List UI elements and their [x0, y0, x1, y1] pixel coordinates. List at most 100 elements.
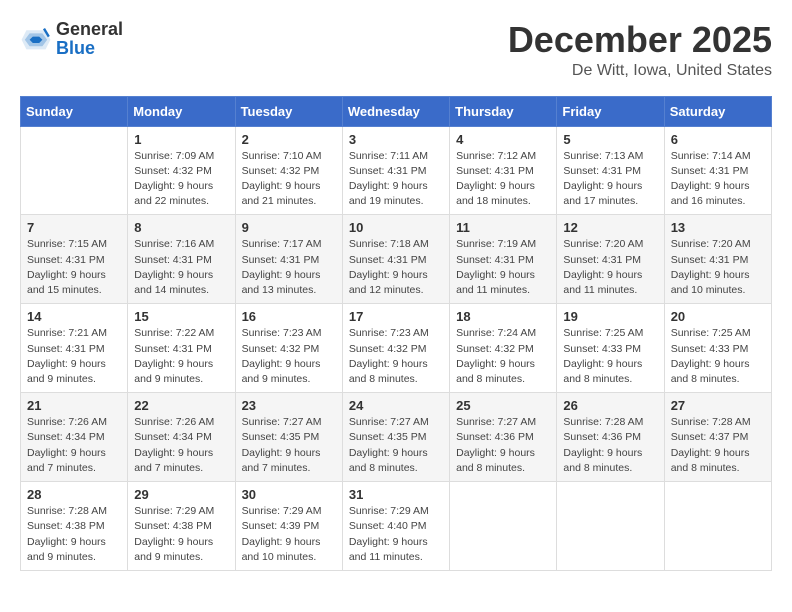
weekday-header-monday: Monday: [128, 96, 235, 126]
calendar-cell: 15 Sunrise: 7:22 AM Sunset: 4:31 PM Dayli…: [128, 304, 235, 393]
calendar-cell: 12 Sunrise: 7:20 AM Sunset: 4:31 PM Dayli…: [557, 215, 664, 304]
weekday-header-saturday: Saturday: [664, 96, 771, 126]
week-row-2: 14 Sunrise: 7:21 AM Sunset: 4:31 PM Dayli…: [21, 304, 772, 393]
day-info: Sunrise: 7:17 AM Sunset: 4:31 PM Dayligh…: [242, 237, 336, 298]
calendar-cell: [21, 126, 128, 215]
day-info: Sunrise: 7:26 AM Sunset: 4:34 PM Dayligh…: [134, 415, 228, 476]
day-number: 30: [242, 487, 336, 502]
day-number: 18: [456, 309, 550, 324]
calendar-cell: [450, 482, 557, 571]
weekday-header-tuesday: Tuesday: [235, 96, 342, 126]
day-info: Sunrise: 7:13 AM Sunset: 4:31 PM Dayligh…: [563, 149, 657, 210]
day-info: Sunrise: 7:18 AM Sunset: 4:31 PM Dayligh…: [349, 237, 443, 298]
day-number: 7: [27, 220, 121, 235]
logo-text: General Blue: [56, 20, 123, 58]
day-info: Sunrise: 7:20 AM Sunset: 4:31 PM Dayligh…: [671, 237, 765, 298]
week-row-3: 21 Sunrise: 7:26 AM Sunset: 4:34 PM Dayli…: [21, 393, 772, 482]
calendar-cell: 14 Sunrise: 7:21 AM Sunset: 4:31 PM Dayli…: [21, 304, 128, 393]
day-number: 26: [563, 398, 657, 413]
day-number: 23: [242, 398, 336, 413]
day-number: 15: [134, 309, 228, 324]
calendar-cell: 31Sunrise: 7:29 AM Sunset: 4:40 PM Dayli…: [342, 482, 449, 571]
calendar-cell: [664, 482, 771, 571]
day-number: 25: [456, 398, 550, 413]
week-row-4: 28 Sunrise: 7:28 AM Sunset: 4:38 PM Dayli…: [21, 482, 772, 571]
day-number: 6: [671, 132, 765, 147]
logo: General Blue: [20, 20, 123, 58]
day-number: 24: [349, 398, 443, 413]
day-info: Sunrise: 7:25 AM Sunset: 4:33 PM Dayligh…: [671, 326, 765, 387]
calendar-cell: 23Sunrise: 7:27 AM Sunset: 4:35 PM Dayli…: [235, 393, 342, 482]
day-number: 19: [563, 309, 657, 324]
calendar-cell: 8 Sunrise: 7:16 AM Sunset: 4:31 PM Daylig…: [128, 215, 235, 304]
day-info: Sunrise: 7:19 AM Sunset: 4:31 PM Dayligh…: [456, 237, 550, 298]
calendar-cell: 21Sunrise: 7:26 AM Sunset: 4:34 PM Dayli…: [21, 393, 128, 482]
location-title: De Witt, Iowa, United States: [508, 62, 772, 80]
calendar-cell: 29 Sunrise: 7:29 AM Sunset: 4:38 PM Dayli…: [128, 482, 235, 571]
logo-blue: Blue: [56, 38, 95, 58]
week-row-0: 1Sunrise: 7:09 AM Sunset: 4:32 PM Daylig…: [21, 126, 772, 215]
day-number: 9: [242, 220, 336, 235]
day-number: 31: [349, 487, 443, 502]
calendar-cell: 11 Sunrise: 7:19 AM Sunset: 4:31 PM Dayli…: [450, 215, 557, 304]
weekday-header-thursday: Thursday: [450, 96, 557, 126]
day-number: 28: [27, 487, 121, 502]
calendar-cell: 30 Sunrise: 7:29 AM Sunset: 4:39 PM Dayli…: [235, 482, 342, 571]
calendar-table: SundayMondayTuesdayWednesdayThursdayFrid…: [20, 96, 772, 571]
day-number: 2: [242, 132, 336, 147]
day-number: 17: [349, 309, 443, 324]
day-info: Sunrise: 7:29 AM Sunset: 4:39 PM Dayligh…: [242, 504, 336, 565]
day-info: Sunrise: 7:14 AM Sunset: 4:31 PM Dayligh…: [671, 149, 765, 210]
calendar-cell: 3Sunrise: 7:11 AM Sunset: 4:31 PM Daylig…: [342, 126, 449, 215]
day-number: 21: [27, 398, 121, 413]
calendar-cell: 20 Sunrise: 7:25 AM Sunset: 4:33 PM Dayli…: [664, 304, 771, 393]
title-area: December 2025 De Witt, Iowa, United Stat…: [508, 20, 772, 80]
day-number: 29: [134, 487, 228, 502]
day-number: 3: [349, 132, 443, 147]
day-info: Sunrise: 7:28 AM Sunset: 4:37 PM Dayligh…: [671, 415, 765, 476]
calendar-cell: 2Sunrise: 7:10 AM Sunset: 4:32 PM Daylig…: [235, 126, 342, 215]
day-number: 11: [456, 220, 550, 235]
day-number: 13: [671, 220, 765, 235]
day-info: Sunrise: 7:15 AM Sunset: 4:31 PM Dayligh…: [27, 237, 121, 298]
day-info: Sunrise: 7:24 AM Sunset: 4:32 PM Dayligh…: [456, 326, 550, 387]
calendar-cell: 17 Sunrise: 7:23 AM Sunset: 4:32 PM Dayli…: [342, 304, 449, 393]
weekday-header-row: SundayMondayTuesdayWednesdayThursdayFrid…: [21, 96, 772, 126]
month-title: December 2025: [508, 20, 772, 60]
day-number: 1: [134, 132, 228, 147]
weekday-header-friday: Friday: [557, 96, 664, 126]
calendar-cell: 9 Sunrise: 7:17 AM Sunset: 4:31 PM Daylig…: [235, 215, 342, 304]
calendar-cell: 13 Sunrise: 7:20 AM Sunset: 4:31 PM Dayli…: [664, 215, 771, 304]
logo-general: General: [56, 19, 123, 39]
day-number: 10: [349, 220, 443, 235]
weekday-header-wednesday: Wednesday: [342, 96, 449, 126]
week-row-1: 7 Sunrise: 7:15 AM Sunset: 4:31 PM Daylig…: [21, 215, 772, 304]
calendar-cell: 24 Sunrise: 7:27 AM Sunset: 4:35 PM Dayli…: [342, 393, 449, 482]
day-info: Sunrise: 7:12 AM Sunset: 4:31 PM Dayligh…: [456, 149, 550, 210]
day-info: Sunrise: 7:21 AM Sunset: 4:31 PM Dayligh…: [27, 326, 121, 387]
calendar-cell: [557, 482, 664, 571]
day-number: 12: [563, 220, 657, 235]
day-info: Sunrise: 7:22 AM Sunset: 4:31 PM Dayligh…: [134, 326, 228, 387]
calendar-cell: 22Sunrise: 7:26 AM Sunset: 4:34 PM Dayli…: [128, 393, 235, 482]
page-header: General Blue December 2025 De Witt, Iowa…: [20, 20, 772, 80]
day-info: Sunrise: 7:28 AM Sunset: 4:38 PM Dayligh…: [27, 504, 121, 565]
day-info: Sunrise: 7:16 AM Sunset: 4:31 PM Dayligh…: [134, 237, 228, 298]
day-number: 5: [563, 132, 657, 147]
day-number: 8: [134, 220, 228, 235]
day-info: Sunrise: 7:23 AM Sunset: 4:32 PM Dayligh…: [349, 326, 443, 387]
weekday-header-sunday: Sunday: [21, 96, 128, 126]
calendar-cell: 25 Sunrise: 7:27 AM Sunset: 4:36 PM Dayli…: [450, 393, 557, 482]
day-number: 20: [671, 309, 765, 324]
day-info: Sunrise: 7:25 AM Sunset: 4:33 PM Dayligh…: [563, 326, 657, 387]
calendar-cell: 4Sunrise: 7:12 AM Sunset: 4:31 PM Daylig…: [450, 126, 557, 215]
day-info: Sunrise: 7:27 AM Sunset: 4:35 PM Dayligh…: [349, 415, 443, 476]
day-info: Sunrise: 7:20 AM Sunset: 4:31 PM Dayligh…: [563, 237, 657, 298]
calendar-cell: 28 Sunrise: 7:28 AM Sunset: 4:38 PM Dayli…: [21, 482, 128, 571]
day-number: 14: [27, 309, 121, 324]
calendar-cell: 10 Sunrise: 7:18 AM Sunset: 4:31 PM Dayli…: [342, 215, 449, 304]
logo-icon: [20, 25, 52, 53]
day-number: 27: [671, 398, 765, 413]
day-info: Sunrise: 7:27 AM Sunset: 4:36 PM Dayligh…: [456, 415, 550, 476]
day-info: Sunrise: 7:29 AM Sunset: 4:38 PM Dayligh…: [134, 504, 228, 565]
